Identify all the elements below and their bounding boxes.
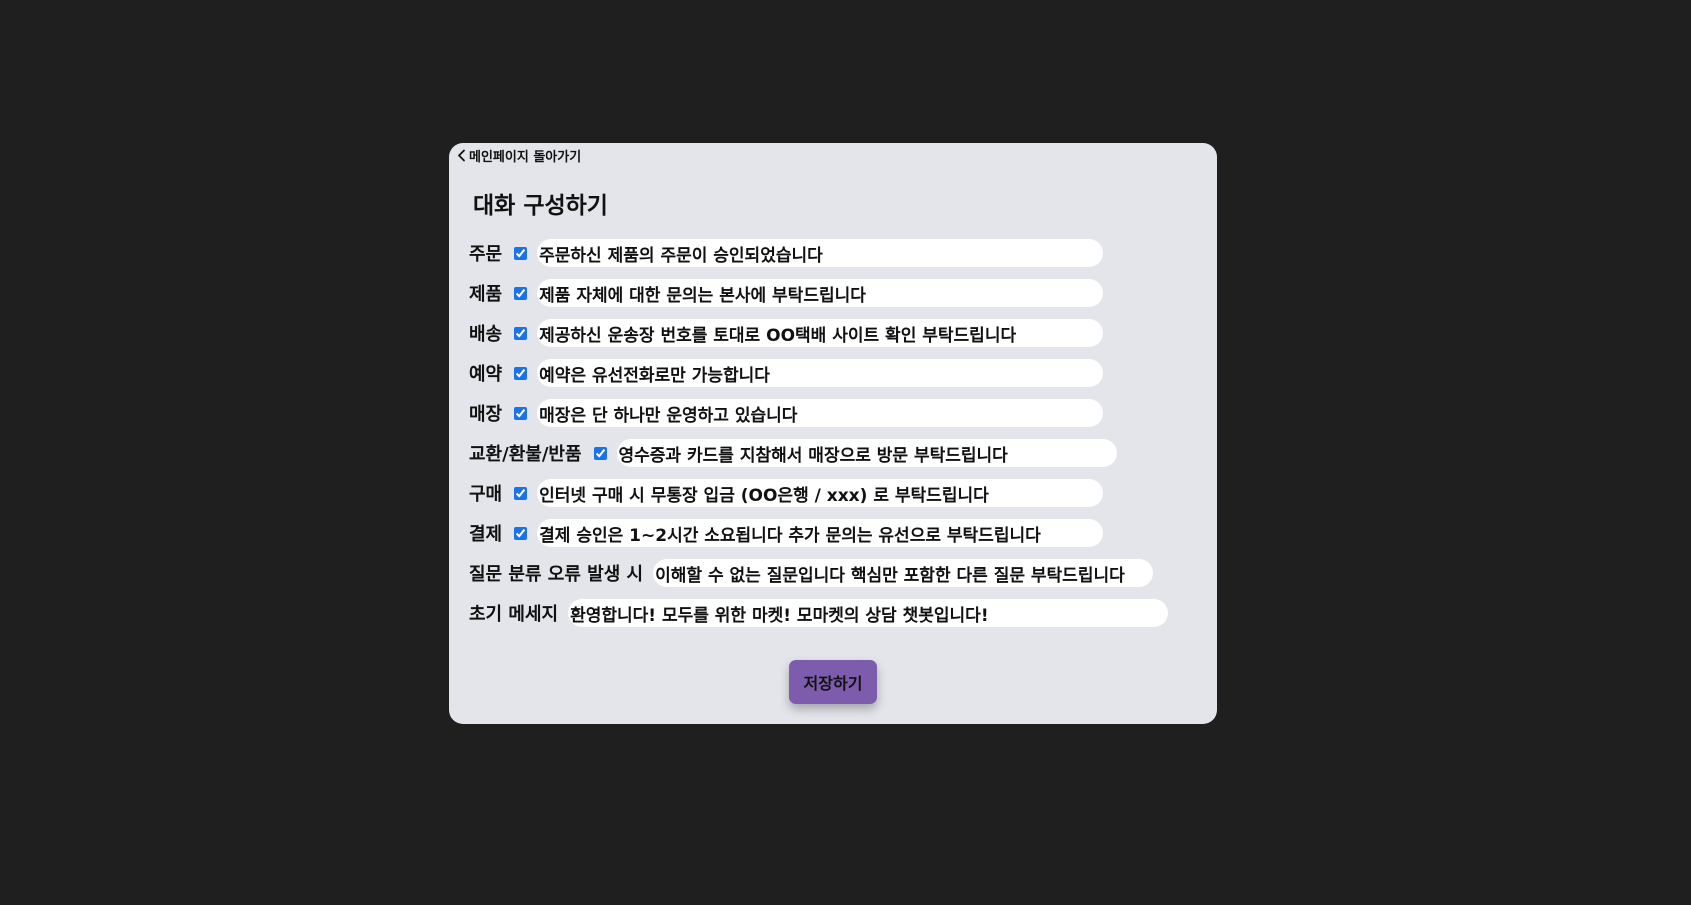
response-rows: 주문 제품 배송 예약 매장 교환/환불/반품 bbox=[469, 239, 1169, 639]
response-input[interactable] bbox=[537, 519, 1104, 547]
row-order: 주문 bbox=[469, 239, 1168, 267]
row-exchange-refund-return: 교환/환불/반품 bbox=[469, 439, 1168, 467]
row-payment: 결제 bbox=[469, 519, 1168, 547]
row-label: 초기 메세지 bbox=[469, 604, 559, 625]
row-product: 제품 bbox=[469, 279, 1168, 307]
row-label: 질문 분류 오류 발생 시 bbox=[469, 564, 644, 585]
row-label: 결제 bbox=[469, 524, 503, 545]
response-input[interactable] bbox=[653, 559, 1154, 587]
row-checkbox[interactable] bbox=[514, 366, 528, 380]
row-initial-message: 초기 메세지 bbox=[469, 599, 1169, 627]
page-title: 대화 구성하기 bbox=[473, 193, 608, 219]
response-input[interactable] bbox=[537, 479, 1104, 507]
row-purchase: 구매 bbox=[469, 479, 1168, 507]
response-input[interactable] bbox=[537, 359, 1104, 387]
response-input[interactable] bbox=[537, 239, 1104, 267]
row-checkbox[interactable] bbox=[514, 526, 528, 540]
response-input[interactable] bbox=[568, 599, 1169, 627]
chevron-left-icon bbox=[457, 149, 466, 162]
row-label: 구매 bbox=[469, 484, 503, 505]
save-button[interactable]: 저장하기 bbox=[789, 660, 877, 704]
row-label: 제품 bbox=[469, 284, 503, 305]
back-to-main-link[interactable]: 메인페이지 돌아가기 bbox=[457, 146, 581, 165]
row-checkbox[interactable] bbox=[593, 446, 607, 460]
response-input[interactable] bbox=[616, 439, 1117, 467]
config-card: 메인페이지 돌아가기 대화 구성하기 주문 제품 배송 예약 매장 bbox=[449, 143, 1217, 724]
row-shipping: 배송 bbox=[469, 319, 1168, 347]
row-checkbox[interactable] bbox=[514, 286, 528, 300]
row-label: 주문 bbox=[469, 244, 503, 265]
row-label: 교환/환불/반품 bbox=[469, 444, 582, 465]
row-label: 예약 bbox=[469, 364, 503, 385]
row-label: 매장 bbox=[469, 404, 503, 425]
row-classification-error: 질문 분류 오류 발생 시 bbox=[469, 559, 1168, 587]
response-input[interactable] bbox=[537, 319, 1104, 347]
row-store: 매장 bbox=[469, 399, 1168, 427]
response-input[interactable] bbox=[537, 399, 1104, 427]
back-link-label: 메인페이지 돌아가기 bbox=[469, 150, 582, 165]
row-reservation: 예약 bbox=[469, 359, 1168, 387]
row-checkbox[interactable] bbox=[514, 486, 528, 500]
row-label: 배송 bbox=[469, 324, 503, 345]
row-checkbox[interactable] bbox=[514, 326, 528, 340]
row-checkbox[interactable] bbox=[514, 246, 528, 260]
row-checkbox[interactable] bbox=[514, 406, 528, 420]
response-input[interactable] bbox=[537, 279, 1104, 307]
